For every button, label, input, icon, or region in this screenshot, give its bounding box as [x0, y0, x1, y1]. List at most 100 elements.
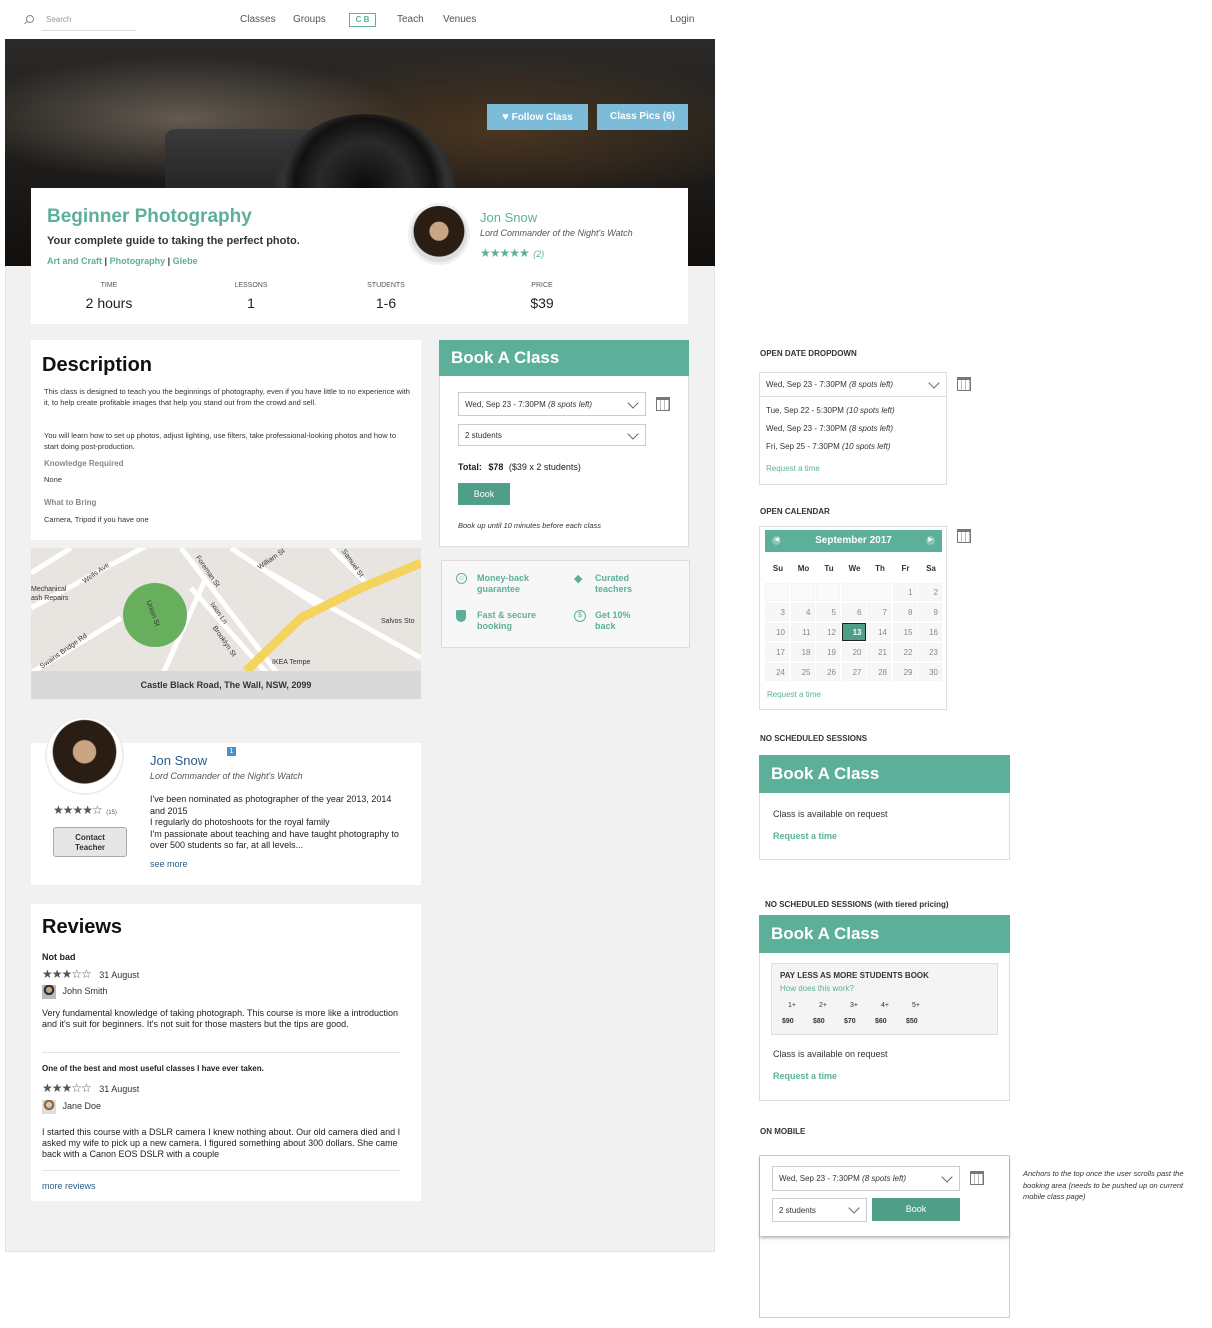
- request-time-link[interactable]: Request a time: [766, 464, 820, 473]
- calendar-day[interactable]: 19: [816, 643, 840, 661]
- calendar-day[interactable]: 28: [867, 663, 891, 681]
- reviews-card: Reviews Not bad ★★★☆☆ 31 August John Smi…: [31, 904, 421, 1201]
- tiered-label: NO SCHEDULED SESSIONS (with tiered prici…: [765, 900, 949, 909]
- see-more-link[interactable]: see more: [150, 859, 188, 869]
- calendar-day[interactable]: 9: [918, 603, 942, 621]
- tiered-widget: Book A Class PAY LESS AS MORE STUDENTS B…: [759, 915, 1010, 1101]
- calendar-icon[interactable]: [970, 1171, 984, 1185]
- calendar-day[interactable]: 12: [816, 623, 840, 641]
- tier-heading: PAY LESS AS MORE STUDENTS BOOK: [780, 971, 929, 980]
- tier-box: PAY LESS AS MORE STUDENTS BOOK How does …: [771, 963, 998, 1035]
- mobile-date-select[interactable]: Wed, Sep 23 - 7:30PM (8 spots left): [772, 1166, 960, 1191]
- calendar-day[interactable]: 2: [918, 583, 942, 601]
- teacher-avatar[interactable]: [408, 203, 470, 265]
- calendar-day[interactable]: 18: [790, 643, 815, 661]
- calendar-day[interactable]: 30: [918, 663, 942, 681]
- date-select[interactable]: Wed, Sep 23 - 7:30PM (8 spots left): [458, 392, 646, 416]
- search-input[interactable]: Search: [46, 15, 71, 24]
- booking-total: Total: $78 ($39 x 2 students): [458, 462, 581, 472]
- follow-class-button[interactable]: ♥ Follow Class: [487, 104, 588, 130]
- calendar-day[interactable]: 3: [765, 603, 789, 621]
- mobile-students-select[interactable]: 2 students: [772, 1198, 867, 1222]
- nav-teach[interactable]: Teach: [397, 14, 424, 25]
- calendar-weekday: Tu: [824, 564, 834, 573]
- tier-price: $80: [813, 1018, 825, 1025]
- available-on-request: Class is available on request: [773, 1049, 888, 1059]
- teacher-name[interactable]: Jon Snow: [480, 210, 537, 225]
- calendar-day[interactable]: 25: [790, 663, 815, 681]
- dropdown-selected-spots: (8 spots left): [849, 380, 894, 389]
- calendar-day[interactable]: 11: [790, 623, 815, 641]
- next-month-icon[interactable]: ▶: [926, 536, 935, 545]
- calendar-day[interactable]: 5: [816, 603, 840, 621]
- calendar-day-selected[interactable]: 13: [841, 623, 866, 641]
- review-author: John Smith: [42, 985, 108, 999]
- book-button[interactable]: Book: [458, 483, 510, 505]
- calendar-icon[interactable]: [656, 397, 670, 411]
- teacher-avatar-large[interactable]: [45, 716, 124, 795]
- calendar-weekday: Sa: [926, 564, 936, 573]
- open-dropdown: Wed, Sep 23 - 7:30PM (8 spots left) Tue,…: [759, 372, 947, 485]
- contact-teacher-button[interactable]: Contact Teacher: [53, 827, 127, 857]
- calendar-day[interactable]: 15: [892, 623, 917, 641]
- calendar-day[interactable]: 10: [765, 623, 789, 641]
- mobile-book-button[interactable]: Book: [872, 1198, 960, 1221]
- calendar-day[interactable]: 14: [867, 623, 891, 641]
- dropdown-option[interactable]: Fri, Sep 25 - 7:30PM (10 spots left): [766, 442, 891, 451]
- calendar-day[interactable]: 29: [892, 663, 917, 681]
- class-subtitle: Your complete guide to taking the perfec…: [47, 235, 300, 247]
- teacher-card-title: Lord Commander of the Night's Watch: [150, 771, 303, 781]
- nav-classes[interactable]: Classes: [240, 14, 276, 25]
- calendar-day[interactable]: 4: [790, 603, 815, 621]
- calendar-day[interactable]: 26: [816, 663, 840, 681]
- stat-label: STUDENTS: [367, 282, 405, 289]
- calendar-day[interactable]: 27: [841, 663, 866, 681]
- class-pics-button[interactable]: Class Pics (6): [597, 104, 688, 130]
- nav-venues[interactable]: Venues: [443, 14, 476, 25]
- calendar-header: ◀ September 2017 ▶: [765, 530, 942, 552]
- login-link[interactable]: Login: [670, 14, 694, 25]
- map-address: Castle Black Road, The Wall, NSW, 2099: [140, 680, 312, 690]
- calendar-day[interactable]: 1: [892, 583, 917, 601]
- stat-value: 1: [247, 295, 255, 311]
- calendar-day[interactable]: 24: [765, 663, 789, 681]
- stat-students: STUDENTS 1-6: [336, 282, 436, 311]
- calendar-icon[interactable]: [957, 377, 971, 391]
- calendar-day[interactable]: 23: [918, 643, 942, 661]
- description-heading: Description: [42, 354, 153, 376]
- mobile-date-value: Wed, Sep 23 - 7:30PM: [779, 1174, 860, 1183]
- more-reviews-link[interactable]: more reviews: [42, 1181, 96, 1191]
- dropdown-option[interactable]: Wed, Sep 23 - 7:30PM (8 spots left): [766, 424, 893, 433]
- rating-count: (2): [533, 249, 545, 259]
- calendar-day[interactable]: 20: [841, 643, 866, 661]
- calendar-day[interactable]: 21: [867, 643, 891, 661]
- teacher-card-name[interactable]: Jon Snow: [150, 753, 207, 768]
- tier-how-link[interactable]: How does this work?: [780, 984, 854, 993]
- stat-lessons: LESSONS 1: [201, 282, 301, 311]
- no-sessions-widget: Book A Class Class is available on reque…: [759, 755, 1010, 860]
- calendar-day[interactable]: 22: [892, 643, 917, 661]
- category-link[interactable]: Art and Craft: [47, 256, 102, 266]
- calendar-month: September 2017: [815, 535, 892, 546]
- nav-groups[interactable]: Groups: [293, 14, 326, 25]
- request-a-time-link[interactable]: Request a time: [773, 831, 837, 841]
- request-a-time-link[interactable]: Request a time: [773, 1071, 837, 1081]
- calendar-icon[interactable]: [957, 529, 971, 543]
- calendar-day[interactable]: 16: [918, 623, 942, 641]
- category-link[interactable]: Photography: [110, 256, 166, 266]
- knowledge-label: Knowledge Required: [44, 459, 124, 468]
- location-map[interactable]: Wells Ave Foreman St William St Samuel S…: [31, 548, 421, 699]
- calendar-day[interactable]: 8: [892, 603, 917, 621]
- students-select[interactable]: 2 students: [458, 424, 646, 446]
- logo[interactable]: C B: [349, 13, 376, 27]
- no-sessions-label: NO SCHEDULED SESSIONS: [760, 734, 868, 743]
- teacher-bio: I've been nominated as photographer of t…: [150, 794, 405, 852]
- calendar-day[interactable]: 17: [765, 643, 789, 661]
- calendar-day[interactable]: 6: [841, 603, 866, 621]
- dropdown-option[interactable]: Tue, Sep 22 - 5:30PM (10 spots left): [766, 406, 895, 415]
- calendar-day[interactable]: 7: [867, 603, 891, 621]
- dropdown-selected[interactable]: Wed, Sep 23 - 7:30PM (8 spots left): [760, 373, 946, 397]
- category-link[interactable]: Glebe: [173, 256, 198, 266]
- request-time-link[interactable]: Request a time: [767, 690, 821, 699]
- prev-month-icon[interactable]: ◀: [772, 536, 781, 545]
